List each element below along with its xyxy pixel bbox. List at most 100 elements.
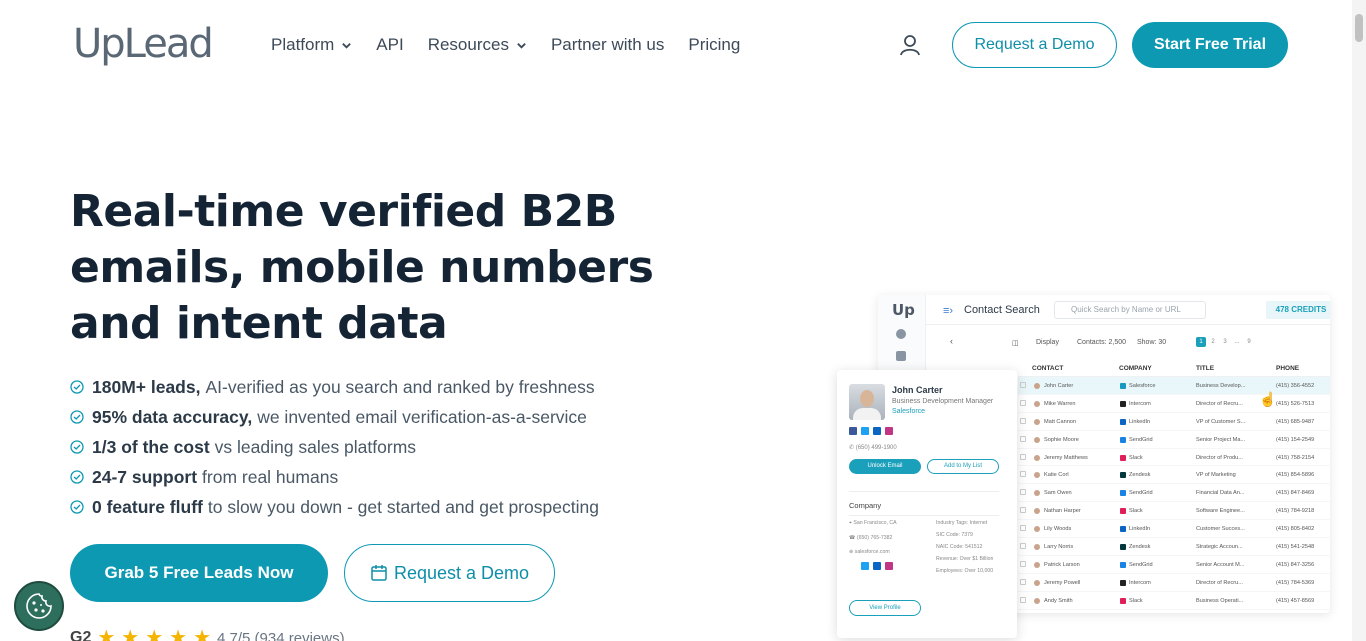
feature-item: 1/3 of the cost vs leading sales platform… [70, 432, 599, 462]
contact-avatar [1034, 544, 1040, 551]
company-linkedin-icon[interactable] [873, 562, 881, 570]
nav-platform[interactable]: Platform [271, 34, 352, 56]
app-search-input[interactable]: Quick Search by Name or URL [1054, 301, 1206, 319]
contacts-icon [896, 329, 906, 339]
company-website[interactable]: ⊕ salesforce.com [849, 549, 890, 555]
contact-avatar [1034, 597, 1040, 604]
show-select[interactable]: Show: 30 [1137, 339, 1166, 346]
avatar-face [860, 390, 874, 407]
table-row[interactable]: Jeremy Matthews Slack Director of Produ...… [1018, 449, 1330, 467]
back-icon[interactable]: ‹ [950, 336, 953, 346]
unlock-email-button[interactable]: Unlock Email [849, 459, 921, 474]
title-value: Senior Project Ma... [1196, 436, 1246, 443]
g2-rating: G2 ★ ★ ★ ★ ★ 4.7/5 (934 reviews) [70, 628, 345, 641]
row-checkbox [1020, 399, 1026, 406]
start-free-trial-button[interactable]: Start Free Trial [1132, 22, 1288, 68]
col-company[interactable]: COMPANY [1119, 365, 1152, 372]
nav-resources[interactable]: Resources [428, 34, 527, 56]
uplead-logo[interactable]: UpLead [73, 22, 214, 66]
check-circle-icon [70, 410, 84, 424]
company-twitter-icon[interactable] [861, 562, 869, 570]
phone-value: (415) 784-9218 [1276, 508, 1315, 515]
star-icon: ★ [145, 627, 164, 641]
table-row[interactable]: Katie Corl Zendesk VP of Marketing (415) 85… [1018, 466, 1330, 485]
page-2[interactable]: 2 [1208, 337, 1218, 347]
twitter-icon[interactable] [861, 427, 869, 435]
scrollbar-thumb[interactable] [1355, 14, 1363, 42]
pointer-cursor-icon: ☝ [1259, 391, 1277, 407]
hero-headline: Real-time verified B2B emails, mobile nu… [70, 186, 654, 349]
facebook-icon[interactable] [849, 427, 857, 435]
feature-list: 180M+ leads, AI-verified as you search an… [70, 372, 599, 522]
company-phone: ☎ (650) 765-7382 [849, 535, 893, 541]
col-contact[interactable]: CONTACT [1032, 365, 1063, 372]
contact-name: Mike Warren [1044, 400, 1076, 407]
website-value: salesforce.com [854, 549, 890, 555]
sic-code: SIC Code: 7379 [936, 532, 973, 538]
feature-text: we invented email verification-as-a-serv… [257, 406, 587, 427]
row-checkbox [1020, 596, 1026, 603]
company-name: SendGrid [1129, 490, 1153, 497]
company-facebook-icon[interactable] [849, 562, 857, 570]
add-to-list-button[interactable]: Add to My List [927, 459, 999, 474]
contact-name: John Carter [892, 385, 943, 395]
check-circle-icon [70, 500, 84, 514]
location-value: San Francisco, CA [853, 520, 897, 526]
menu-icon[interactable]: ≡› [943, 305, 953, 317]
user-account-icon[interactable] [898, 33, 922, 57]
table-row[interactable]: Mike Warren Intercom Director of Recru...(… [1018, 395, 1330, 413]
title-value: Senior Account M... [1196, 561, 1245, 568]
page-9[interactable]: 9 [1244, 337, 1254, 347]
nav-pricing[interactable]: Pricing [688, 34, 740, 56]
company-name: Salesforce [1129, 383, 1156, 389]
contacts-count: Contacts: 2,500 [1077, 339, 1127, 346]
columns-icon[interactable]: ◫ [1012, 339, 1019, 347]
contact-avatar [1034, 454, 1040, 461]
feature-text: vs leading sales platforms [214, 436, 417, 457]
table-row[interactable]: Patrick Larson SendGrid Senior Account M..… [1018, 556, 1330, 574]
table-row[interactable]: Sophie Moore SendGrid Senior Project Ma...… [1018, 431, 1330, 449]
contact-name: Patrick Larson [1044, 561, 1080, 568]
feature-bold: 0 feature fluff [92, 496, 203, 517]
linkedin-icon[interactable] [873, 427, 881, 435]
star-icon: ★ [169, 627, 188, 641]
table-row[interactable]: Sam Owen SendGrid Financial Data An... (415… [1018, 484, 1330, 503]
display-select[interactable]: Display [1036, 339, 1059, 346]
instagram-icon[interactable] [885, 427, 893, 435]
table-row[interactable]: Nathan Harper Slack Software Enginee... (41… [1018, 502, 1330, 521]
title-value: Business Develop... [1196, 383, 1246, 389]
company-logo-icon [1120, 400, 1126, 407]
feature-item: 95% data accuracy, we invented email veri… [70, 402, 599, 432]
table-row[interactable]: John Carter Salesforce Business Develop...… [1018, 377, 1330, 395]
view-profile-button[interactable]: View Profile [849, 600, 921, 616]
contacts-table: CONTACT COMPANY TITLE PHONE John Carter S… [1018, 361, 1330, 610]
page-scrollbar[interactable] [1352, 0, 1366, 641]
table-row[interactable]: Lily Woods LinkedIn Customer Succes... (415… [1018, 520, 1330, 539]
page-1[interactable]: 1 [1196, 337, 1206, 347]
row-checkbox [1020, 453, 1026, 460]
hero-request-demo-button[interactable]: Request a Demo [344, 544, 555, 602]
nav-partner[interactable]: Partner with us [551, 34, 664, 56]
row-checkbox [1020, 489, 1026, 496]
main-nav: Platform API Resources Partner with us P… [271, 34, 740, 56]
nav-api[interactable]: API [376, 34, 403, 56]
cookie-settings-button[interactable] [14, 581, 64, 631]
check-circle-icon [70, 380, 84, 394]
feature-text: AI-verified as you search and ranked by … [205, 376, 595, 397]
title-value: Business Operati... [1196, 597, 1244, 604]
table-row[interactable]: Matt Cannon LinkedIn VP of Customer S... (4… [1018, 413, 1330, 431]
table-row[interactable]: Andy Smith Slack Business Operati... (415) … [1018, 592, 1330, 610]
table-row[interactable]: Jeremy Powell Intercom Director of Recru..… [1018, 574, 1330, 592]
nav-partner-label: Partner with us [550, 35, 665, 54]
col-phone[interactable]: PHONE [1276, 365, 1299, 372]
grab-free-leads-button[interactable]: Grab 5 Free Leads Now [70, 544, 328, 602]
request-demo-button[interactable]: Request a Demo [952, 22, 1117, 68]
col-title[interactable]: TITLE [1196, 365, 1214, 372]
company-instagram-icon[interactable] [885, 562, 893, 570]
nav-pricing-label: Pricing [688, 35, 741, 54]
contact-company[interactable]: Salesforce [892, 408, 925, 415]
company-name: Slack [1129, 454, 1143, 461]
page-3[interactable]: 3 [1220, 337, 1230, 347]
title-value: Director of Produ... [1196, 454, 1243, 461]
table-row[interactable]: Larry Norris Zendesk Strategic Accoun... (4… [1018, 538, 1330, 556]
